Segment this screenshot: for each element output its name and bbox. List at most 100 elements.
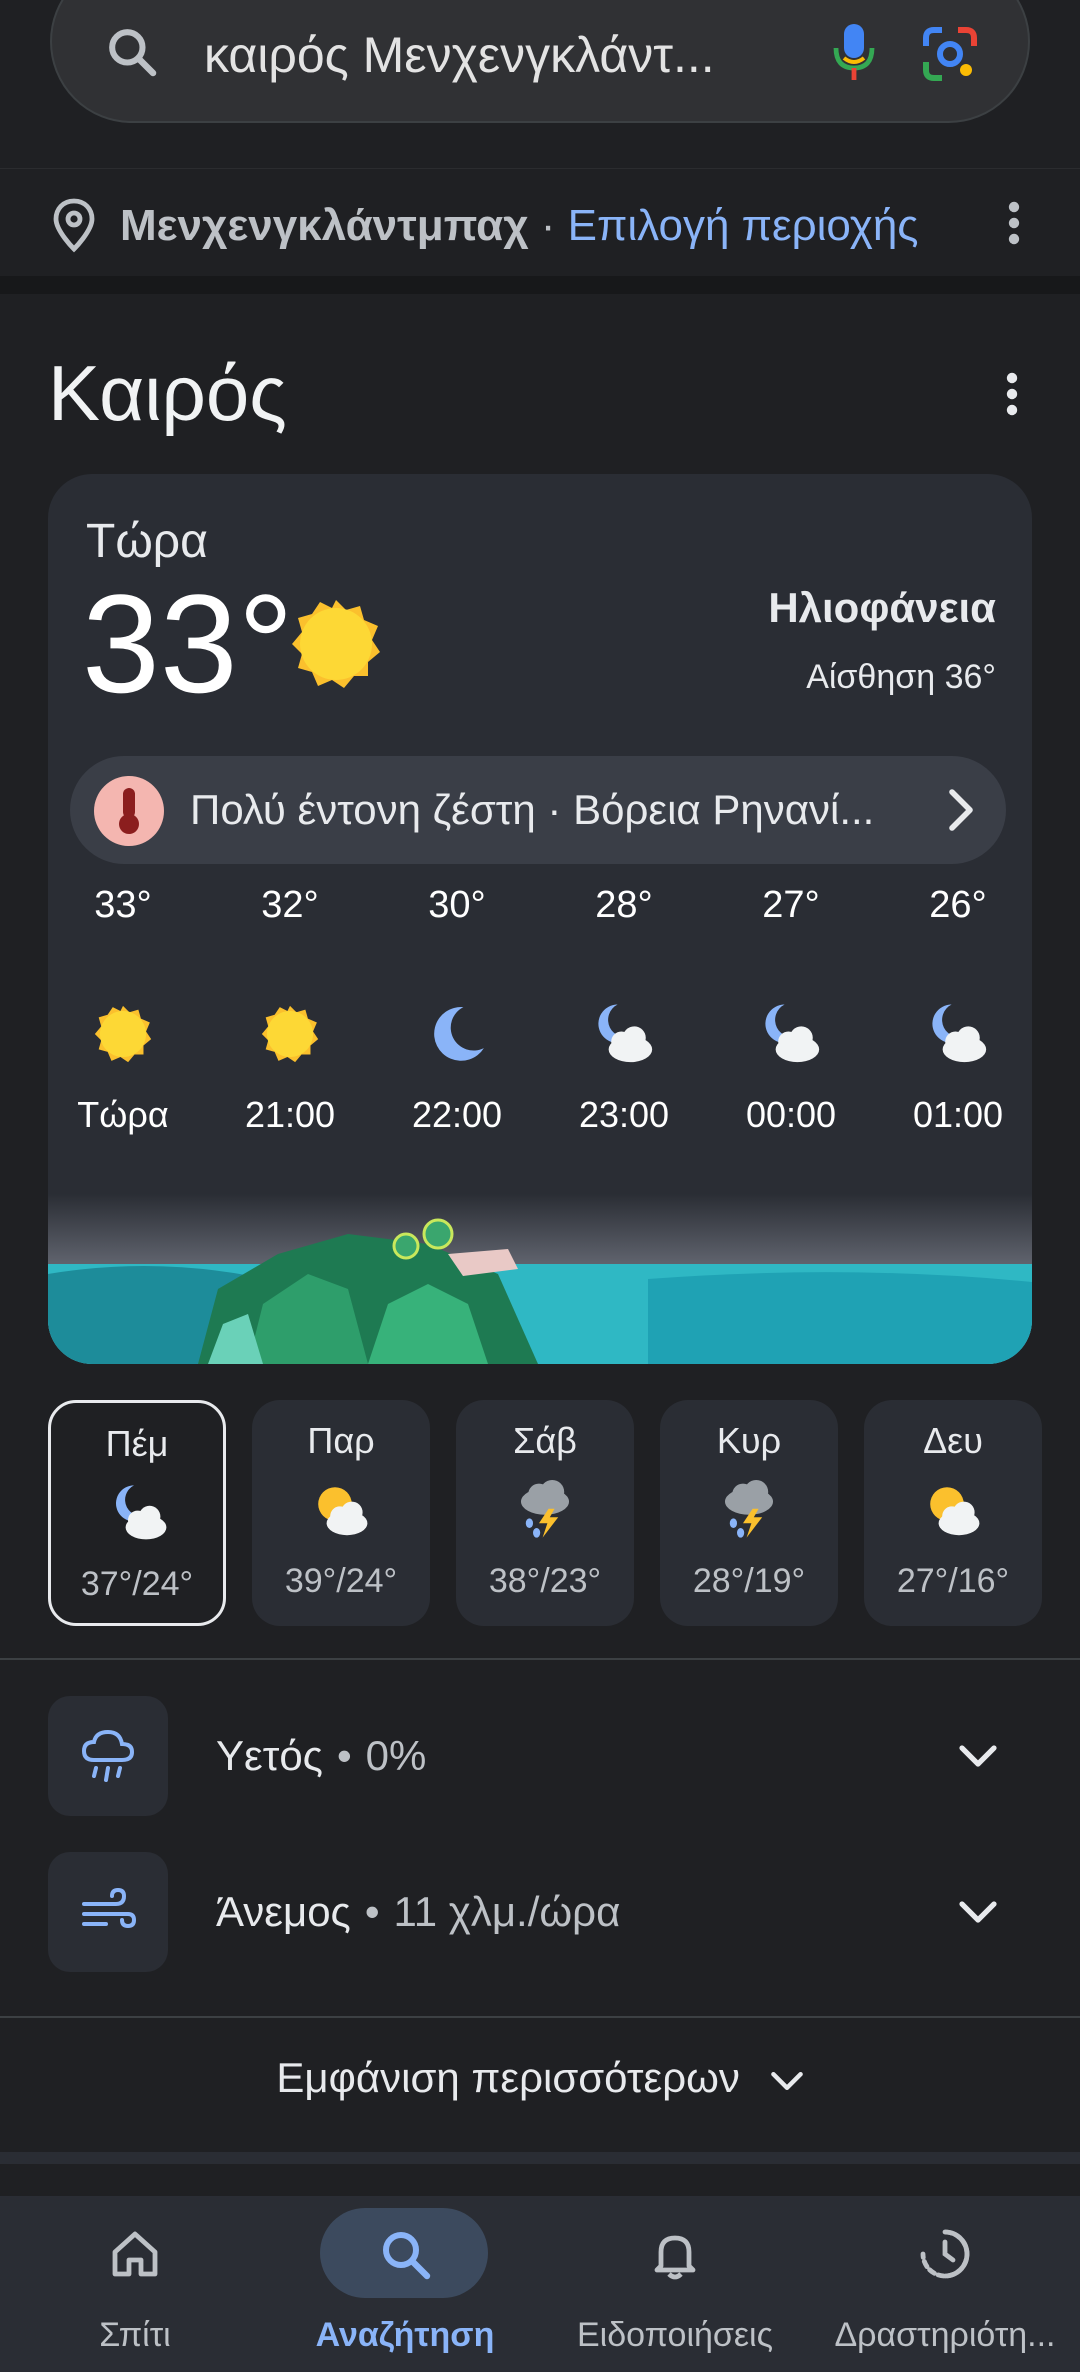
wind-separator: •	[364, 1888, 380, 1935]
heat-alert-banner[interactable]: Πολύ έντονη ζέστη · Βόρεια Ρηνανί...	[70, 756, 1006, 864]
wind-icon-box	[48, 1852, 168, 1972]
nav-search-label: Αναζήτηση	[315, 2316, 495, 2354]
more-vert-icon[interactable]	[1002, 201, 1026, 245]
precipitation-value: 0%	[365, 1732, 427, 1779]
weather-illustration	[48, 1194, 1032, 1364]
day-temp-range: 38°/23°	[488, 1562, 602, 1600]
chevron-down-icon	[770, 2071, 803, 2090]
wind-value: 11 χλμ./ώρα	[393, 1888, 621, 1935]
day-card[interactable]: Σάβ 38°/23°	[456, 1400, 634, 1626]
precipitation-icon-box	[48, 1696, 168, 1816]
alert-separator: ·	[547, 786, 562, 833]
wind-row[interactable]: Άνεμος • 11 χλμ./ώρα	[48, 1852, 1032, 1972]
moon-icon	[434, 1007, 484, 1061]
hourly-time: 01:00	[912, 1094, 1004, 1135]
day-name: Δευ	[923, 1420, 983, 1461]
day-temp-range: 37°/24°	[80, 1565, 194, 1603]
search-icon	[109, 29, 157, 77]
sun-cloud-icon	[318, 1487, 368, 1536]
hourly-temp: 33°	[94, 884, 152, 926]
day-temp-range: 39°/24°	[284, 1562, 398, 1600]
hourly-temp: 30°	[428, 884, 486, 926]
day-card[interactable]: Κυρ 28°/19°	[660, 1400, 838, 1626]
sun-cloud-icon	[930, 1487, 980, 1536]
activity-history-icon	[920, 2229, 970, 2279]
precipitation-separator: •	[336, 1732, 352, 1779]
divider	[0, 2016, 1080, 2018]
hourly-temp: 28°	[595, 884, 653, 926]
day-name: Παρ	[307, 1420, 375, 1461]
mic-icon[interactable]	[832, 22, 876, 82]
hourly-time: 22:00	[411, 1094, 503, 1135]
thunderstorm-icon	[521, 1480, 569, 1538]
hourly-temp: 27°	[762, 884, 820, 926]
hourly-time: 00:00	[745, 1094, 837, 1135]
hourly-forecast[interactable]: 33° Τώρα 32° 21:00 30° 22:00 28° 23:00 2…	[48, 884, 1032, 1135]
location-row: Μενχενγκλάντμπαχ · Επιλογή περιοχής	[0, 168, 1080, 278]
nav-home[interactable]: Σπίτι	[0, 2196, 270, 2372]
nav-notifications[interactable]: Ειδοποιήσεις	[540, 2196, 810, 2372]
bottom-navigation: Σπίτι Αναζήτηση Ειδοποιήσεις Δραστηριότη…	[0, 2196, 1080, 2372]
location-separator: ·	[540, 201, 556, 250]
moon-cloud-icon	[932, 1004, 987, 1063]
nav-search[interactable]: Αναζήτηση	[270, 2196, 540, 2372]
rain-icon	[81, 1729, 135, 1782]
day-name: Πέμ	[105, 1423, 169, 1464]
precipitation-row[interactable]: Υετός • 0%	[48, 1696, 1032, 1816]
show-more-button[interactable]: Εμφάνιση περισσότερων	[0, 2054, 1080, 2102]
nav-activity[interactable]: Δραστηριότη...	[810, 2196, 1080, 2372]
moon-cloud-icon	[765, 1004, 820, 1063]
day-temp-range: 27°/16°	[896, 1562, 1010, 1600]
thermometer-icon	[119, 788, 139, 834]
weather-condition: Ηλιοφάνεια	[768, 584, 996, 631]
hourly-temp: 26°	[929, 884, 987, 926]
day-temp-range: 28°/19°	[692, 1562, 806, 1600]
show-more-label: Εμφάνιση περισσότερων	[276, 2054, 740, 2101]
day-name: Σάβ	[513, 1420, 577, 1461]
search-icon	[383, 2232, 431, 2280]
sun-icon	[261, 1005, 319, 1063]
wind-label: Άνεμος	[216, 1888, 351, 1935]
section-divider	[0, 276, 1080, 294]
nav-notifications-label: Ειδοποιήσεις	[576, 2316, 773, 2354]
day-card[interactable]: Δευ 27°/16°	[864, 1400, 1042, 1626]
day-card-selected[interactable]: Πέμ 37°/24°	[48, 1400, 226, 1626]
weather-more-icon[interactable]	[1000, 372, 1024, 416]
alert-title: Πολύ έντονη ζέστη	[190, 786, 536, 833]
bell-icon	[654, 2235, 696, 2280]
daily-forecast[interactable]: Πέμ 37°/24° Παρ 39°/24° Σάβ 38°/23° Κυρ …	[48, 1400, 1080, 1626]
hourly-time: 21:00	[244, 1094, 336, 1135]
chevron-down-icon[interactable]	[958, 1736, 998, 1776]
divider	[0, 1658, 1080, 1660]
search-query[interactable]: καιρός Μενχενγκλάντ...	[204, 26, 715, 84]
sun-icon	[292, 600, 380, 688]
current-temperature: 33°	[82, 565, 294, 722]
hourly-time: Τώρα	[77, 1094, 169, 1135]
wind-icon	[82, 1887, 137, 1929]
thunderstorm-icon	[725, 1480, 773, 1538]
hourly-time: 23:00	[578, 1094, 670, 1135]
day-name: Κυρ	[716, 1420, 782, 1461]
lens-icon[interactable]	[920, 24, 980, 84]
sun-icon	[94, 1005, 152, 1063]
feels-like: Αίσθηση 36°	[806, 658, 996, 696]
divider	[0, 2152, 1080, 2164]
thermometer-badge	[94, 776, 164, 846]
chevron-down-icon[interactable]	[958, 1892, 998, 1932]
search-bar[interactable]: καιρός Μενχενγκλάντ...	[50, 0, 1030, 123]
location-pin-icon	[53, 198, 95, 253]
choose-location-link[interactable]: Επιλογή περιοχής	[568, 201, 919, 250]
alert-region: Βόρεια Ρηνανί...	[573, 786, 875, 833]
precipitation-label: Υετός	[216, 1732, 323, 1779]
weather-title: Καιρός	[48, 349, 287, 437]
current-weather-card: Τώρα 33° Ηλιοφάνεια Αίσθηση 36° Πολύ έντ…	[48, 474, 1032, 1364]
home-icon	[112, 2231, 158, 2277]
now-label: Τώρα	[86, 515, 208, 568]
hourly-temp: 32°	[261, 884, 319, 926]
moon-cloud-icon	[598, 1004, 653, 1063]
chevron-right-icon	[949, 789, 973, 831]
day-card[interactable]: Παρ 39°/24°	[252, 1400, 430, 1626]
nav-activity-label: Δραστηριότη...	[834, 2316, 1056, 2354]
location-name: Μενχενγκλάντμπαχ	[120, 201, 529, 250]
moon-cloud-icon	[116, 1485, 167, 1540]
